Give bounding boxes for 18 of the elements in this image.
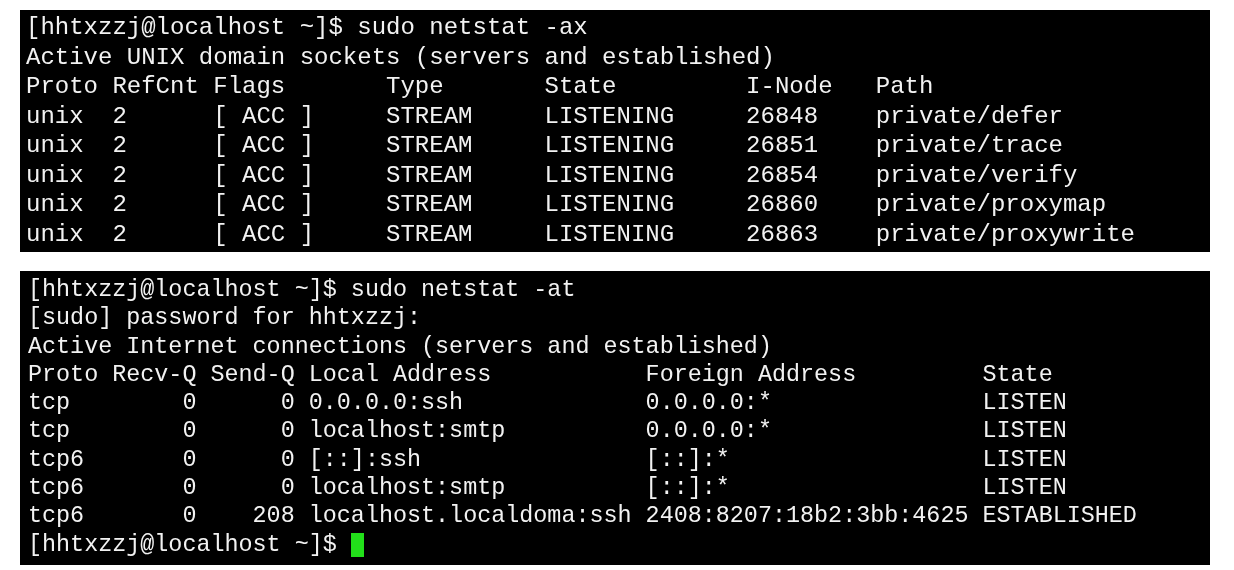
terminal-line: [hhtxzzj@localhost ~]$ [28,530,338,559]
terminal-line: tcp 0 0 0.0.0.0:ssh 0.0.0.0:* LISTEN [28,389,1068,418]
terminal-line: unix 2 [ ACC ] STREAM LISTENING 26848 private/defer [26,101,1064,131]
terminal-line: Proto RefCnt Flags Type State I-Node Path [26,72,935,102]
terminal-line: unix 2 [ ACC ] STREAM LISTENING 26860 private/proxymap [26,190,1108,220]
terminal-line: unix 2 [ ACC ] STREAM LISTENING 26851 private/trace [26,131,1064,161]
terminal-line: tcp6 0 0 [::]:ssh [::]:* LISTEN [28,445,1068,475]
terminal-line: unix 2 [ ACC ] STREAM LISTENING 26863 private/proxywrite [26,219,1136,249]
terminal-line: Active Internet connections (servers and established) [28,332,773,361]
terminal-line: unix 2 [ ACC ] STREAM LISTENING 26854 private/verify [26,160,1079,190]
terminal-line: tcp6 0 0 localhost:smtp [::]:* LISTEN [28,474,1068,503]
terminal-line: tcp 0 0 localhost:smtp 0.0.0.0:* LISTEN [28,417,1068,446]
terminal-line: tcp6 0 208 localhost.localdoma:ssh 2408:8207:18b2:3bb:4625 ESTABLISHED [28,502,1138,531]
terminal-line: Active UNIX domain sockets (servers and established) [26,42,776,72]
terminal-line: [hhtxzzj@localhost ~]$ sudo netstat -at [28,276,577,305]
terminal-line: Proto Recv-Q Send-Q Local Address Foreign Address State [28,360,1054,390]
terminal-line: [hhtxzzj@localhost ~]$ sudo netstat -ax [26,13,589,43]
terminal-line: [sudo] password for hhtxzzj: [28,304,423,333]
